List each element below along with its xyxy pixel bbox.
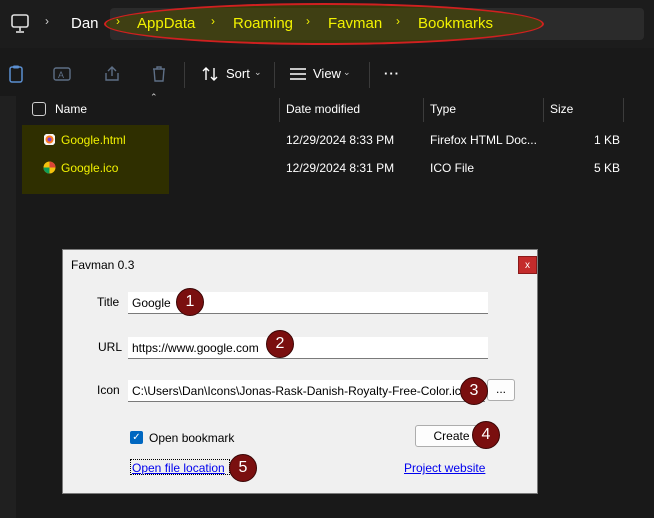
view-button[interactable]: View [313, 66, 341, 81]
firefox-html-icon [44, 134, 55, 145]
url-label: URL [98, 340, 123, 354]
breadcrumb-bookmarks[interactable]: Bookmarks [418, 15, 493, 32]
breadcrumb-favman[interactable]: Favman [328, 15, 382, 32]
annotation-badge-3: 3 [460, 377, 488, 405]
file-type: Firefox HTML Doc... [430, 133, 537, 147]
column-name[interactable]: Name [55, 102, 87, 116]
chevron-right-icon: › [306, 14, 310, 28]
icon-label: Icon [97, 383, 120, 397]
open-bookmark-checkbox[interactable]: ✓ [130, 431, 143, 444]
column-divider[interactable] [279, 98, 280, 122]
column-size[interactable]: Size [550, 102, 573, 116]
file-size: 1 KB [594, 133, 621, 147]
annotation-badge-2: 2 [266, 330, 294, 358]
url-input[interactable]: https://www.google.com [128, 337, 488, 359]
breadcrumb-appdata[interactable]: AppData [137, 15, 195, 32]
sort-icon[interactable] [200, 64, 220, 84]
ico-file-icon [43, 161, 56, 174]
column-divider[interactable] [543, 98, 544, 122]
browse-button[interactable]: ... [487, 379, 515, 401]
favman-dialog: Favman 0.3 x Title Google URL https://ww… [62, 249, 538, 494]
table-row[interactable]: Google.html 12/29/2024 8:33 PM Firefox H… [0, 126, 654, 154]
column-divider[interactable] [423, 98, 424, 122]
file-type: ICO File [430, 161, 475, 175]
chevron-down-icon: ⌄ [254, 67, 262, 77]
toolbar: A Sort ⌄ View ⌄ ··· [0, 54, 654, 94]
annotation-badge-1: 1 [176, 288, 204, 316]
share-icon[interactable] [102, 64, 122, 84]
column-divider[interactable] [623, 98, 624, 122]
toolbar-divider [274, 62, 275, 88]
toolbar-divider [184, 62, 185, 88]
breadcrumb-roaming[interactable]: Roaming [233, 15, 293, 32]
table-row[interactable]: Google.ico 12/29/2024 8:31 PM ICO File 5… [0, 154, 654, 182]
dialog-title: Favman 0.3 [71, 258, 135, 272]
title-label: Title [97, 295, 120, 309]
open-bookmark-label[interactable]: Open bookmark [149, 431, 234, 445]
chevron-right-icon: › [116, 14, 120, 28]
file-name[interactable]: Google.ico [61, 161, 118, 175]
this-pc-icon[interactable] [11, 14, 29, 34]
more-options-button[interactable]: ··· [384, 66, 400, 81]
close-button[interactable]: x [518, 256, 537, 274]
file-date: 12/29/2024 8:31 PM [286, 161, 395, 175]
annotation-badge-4: 4 [472, 421, 500, 449]
open-file-location-link[interactable]: Open file location [132, 461, 225, 475]
chevron-right-icon: › [211, 14, 215, 28]
sort-button[interactable]: Sort [226, 66, 250, 81]
paste-icon[interactable] [6, 64, 26, 84]
chevron-right-icon: › [396, 14, 400, 28]
toolbar-divider [369, 62, 370, 88]
chevron-down-icon: ⌄ [343, 67, 351, 77]
delete-icon[interactable] [149, 64, 169, 84]
icon-path-input[interactable]: C:\Users\Dan\Icons\Jonas-Rask-Danish-Roy… [128, 380, 485, 402]
breadcrumb-user[interactable]: Dan [71, 15, 99, 32]
file-date: 12/29/2024 8:33 PM [286, 133, 395, 147]
rename-icon[interactable]: A [52, 64, 72, 84]
chevron-right-icon: › [45, 14, 49, 28]
annotation-badge-5: 5 [229, 454, 257, 482]
view-icon[interactable] [288, 64, 308, 84]
svg-text:A: A [58, 70, 64, 80]
address-bar: › Dan › AppData › Roaming › Favman › Boo… [0, 0, 654, 48]
project-website-link[interactable]: Project website [404, 461, 485, 475]
file-name[interactable]: Google.html [61, 133, 126, 147]
column-date-modified[interactable]: Date modified [286, 102, 360, 116]
column-type[interactable]: Type [430, 102, 456, 116]
file-list-header: Name Date modified Type Size [0, 95, 654, 123]
file-size: 5 KB [594, 161, 621, 175]
